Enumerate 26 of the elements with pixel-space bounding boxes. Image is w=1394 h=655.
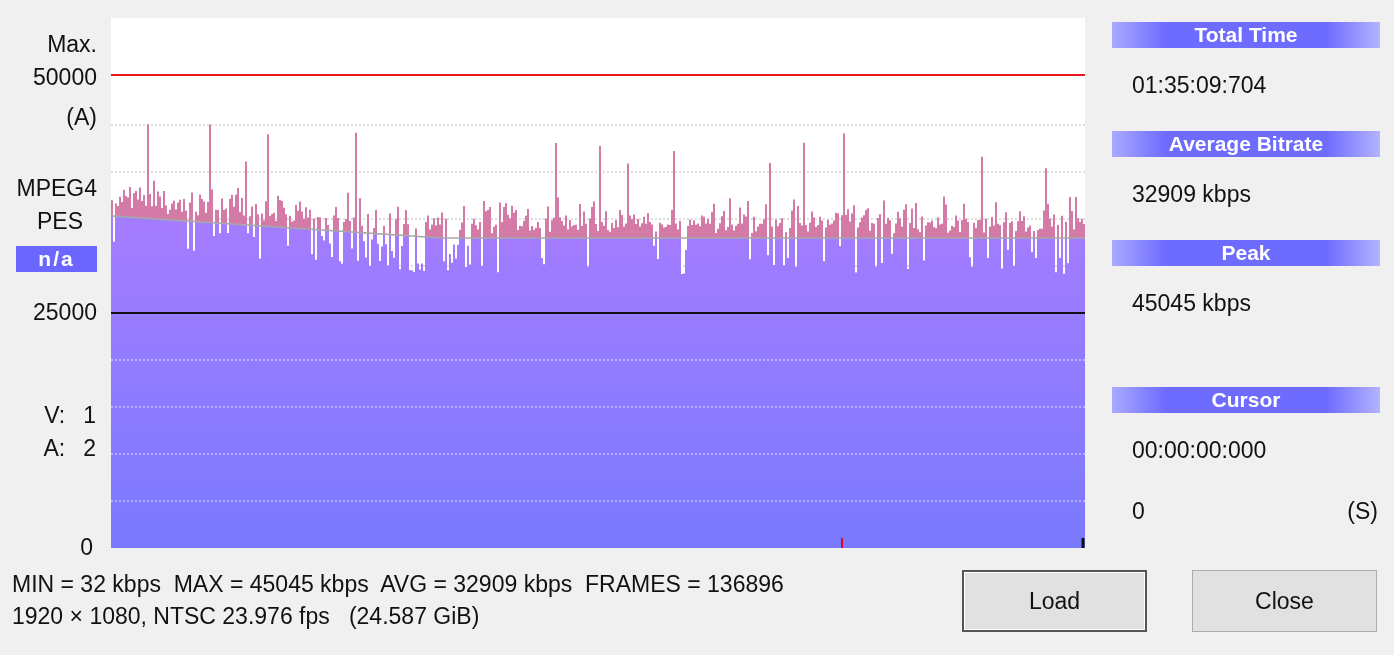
stream-count-value: 1	[83, 401, 96, 430]
cursor-value: 0	[1132, 497, 1145, 526]
stream-type-label: PES	[36, 207, 83, 236]
format-label: MPEG4	[16, 174, 97, 203]
info-value: 01:35:09:704	[1131, 71, 1268, 100]
mid-value-label: 25000	[33, 298, 97, 327]
stream-count-label: V:	[44, 401, 66, 430]
info-value: 32909 kbps	[1131, 180, 1252, 209]
section-header: Total Time	[1112, 22, 1380, 48]
info-value: 45045 kbps	[1131, 289, 1252, 318]
zero-label: 0	[80, 533, 93, 562]
cursor-time: 00:00:00:000	[1131, 436, 1268, 465]
max-value-label: 50000	[33, 63, 97, 92]
unit-label: (A)	[66, 103, 97, 132]
cursor-unit: (S)	[1347, 497, 1378, 526]
close-button[interactable]: Close	[1192, 570, 1377, 632]
stream-count-label: A:	[43, 434, 66, 463]
section-header: Cursor	[1112, 387, 1380, 413]
load-button[interactable]: Load	[962, 570, 1147, 632]
stats-line: MIN = 32 kbps MAX = 45045 kbps AVG = 32909 kbps FRAMES = 136896	[12, 570, 785, 599]
section-header: Peak	[1112, 240, 1380, 266]
max-caption: Max.	[47, 30, 97, 59]
section-header: Average Bitrate	[1112, 131, 1380, 157]
stream-count-value: 2	[83, 434, 96, 463]
stats-line: 1920 × 1080, NTSC 23.976 fps (24.587 GiB)	[12, 602, 481, 631]
status-badge: n/a	[16, 246, 97, 272]
